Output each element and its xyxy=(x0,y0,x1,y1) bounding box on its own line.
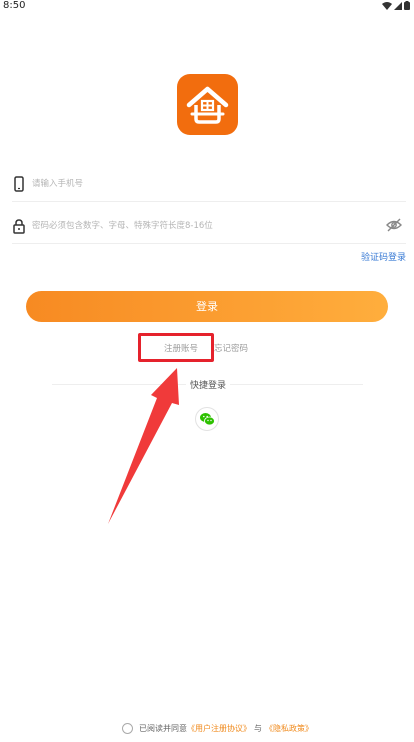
user-agreement-link[interactable]: 《用户注册协议》 xyxy=(187,723,251,734)
signal-icon xyxy=(394,1,402,10)
password-field-row xyxy=(0,210,414,250)
login-button[interactable]: 登录 xyxy=(26,291,388,322)
agreement-prefix: 已阅读并同意 xyxy=(139,723,187,733)
quick-login-label: 快捷登录 xyxy=(186,378,231,391)
app-logo-icon xyxy=(177,74,238,135)
status-icons xyxy=(382,1,410,10)
password-input[interactable] xyxy=(32,216,372,236)
password-divider xyxy=(12,243,406,244)
sms-login-link[interactable]: 验证码登录 xyxy=(361,250,406,263)
status-time: 8:50 xyxy=(3,0,26,11)
lock-icon xyxy=(13,219,25,234)
register-link[interactable]: 注册账号 xyxy=(164,342,198,354)
privacy-policy-link[interactable]: 《隐私政策》 xyxy=(265,723,313,734)
phone-divider xyxy=(12,201,406,202)
agreement-conjunction: 与 xyxy=(254,723,262,733)
phone-field-row xyxy=(0,168,414,208)
eye-off-icon[interactable] xyxy=(386,218,402,232)
forgot-password-link[interactable]: 忘记密码 xyxy=(214,342,248,354)
battery-icon xyxy=(404,1,410,10)
phone-input[interactable] xyxy=(32,174,372,194)
agreement-checkbox[interactable] xyxy=(122,722,133,734)
wechat-login-button[interactable] xyxy=(195,407,219,431)
status-bar: 8:50 xyxy=(0,0,414,14)
agreement-row: 已阅读并同意 《用户注册协议》 与 《隐私政策》 xyxy=(122,720,313,736)
wifi-icon xyxy=(382,1,392,10)
phone-icon xyxy=(14,176,24,192)
wechat-icon xyxy=(200,413,215,426)
